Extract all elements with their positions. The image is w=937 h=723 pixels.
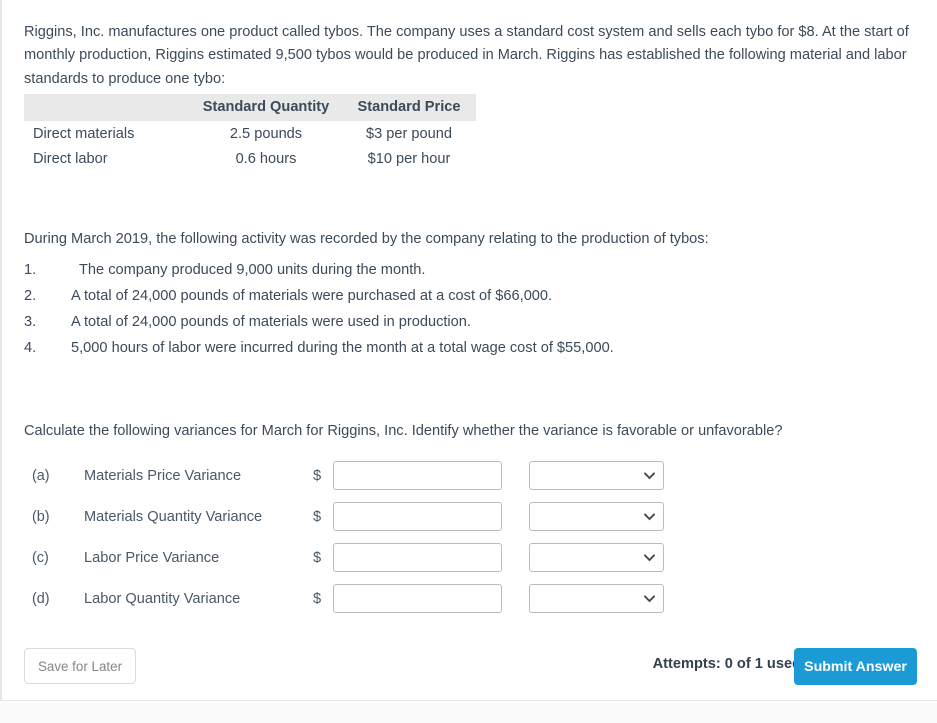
answer-row-c: (c) Labor Price Variance $ <box>2 537 937 578</box>
materials-quantity-variance-input[interactable] <box>333 502 502 531</box>
calculate-variances-prompt: Calculate the following variances for Ma… <box>24 422 783 439</box>
footer-toolbar: Save for Later Attempts: 0 of 1 used Sub… <box>2 648 937 690</box>
answer-row-key: (b) <box>32 508 50 525</box>
list-item: 2. A total of 24,000 pounds of materials… <box>24 288 884 314</box>
attempts-status: Attempts: 0 of 1 used <box>652 656 801 672</box>
list-item-number: 4. <box>24 340 37 356</box>
labor-price-variance-input[interactable] <box>333 543 502 572</box>
standards-header-blank <box>24 94 190 121</box>
standards-row-label: Direct labor <box>33 151 108 167</box>
list-item-number: 1. <box>24 262 37 278</box>
save-for-later-button[interactable]: Save for Later <box>24 648 136 684</box>
list-item-text: A total of 24,000 pounds of materials we… <box>71 288 553 304</box>
currency-symbol: $ <box>313 508 322 525</box>
answer-row-b: (b) Materials Quantity Variance $ <box>2 496 937 537</box>
list-item: 4. 5,000 hours of labor were incurred du… <box>24 340 884 366</box>
table-row: Direct labor 0.6 hours $10 per hour <box>24 146 476 171</box>
answer-row-key: (d) <box>32 590 50 607</box>
during-march-line: During March 2019, the following activit… <box>24 230 709 247</box>
list-item-text: The company produced 9,000 units during … <box>79 262 426 278</box>
labor-quantity-variance-input[interactable] <box>333 584 502 613</box>
materials-quantity-variance-select-wrapper <box>529 502 664 531</box>
standards-row-price: $3 per pound <box>365 126 453 142</box>
answer-row-label: Materials Quantity Variance <box>84 508 263 525</box>
materials-price-variance-input[interactable] <box>333 461 502 490</box>
materials-quantity-variance-select[interactable] <box>529 502 664 531</box>
submit-answer-button[interactable]: Submit Answer <box>794 648 917 685</box>
materials-price-variance-select-wrapper <box>529 461 664 490</box>
answer-row-label: Labor Price Variance <box>84 549 220 566</box>
standards-table: Standard Quantity Standard Price Direct … <box>24 94 476 171</box>
table-row: Direct materials 2.5 pounds $3 per pound <box>24 121 476 146</box>
activity-list: 1. The company produced 9,000 units duri… <box>24 262 884 366</box>
list-item-text: A total of 24,000 pounds of materials we… <box>71 314 471 330</box>
standards-row-price: $10 per hour <box>367 151 451 167</box>
list-item: 3. A total of 24,000 pounds of materials… <box>24 314 884 340</box>
standards-row-label: Direct materials <box>33 126 135 142</box>
currency-symbol: $ <box>313 590 322 607</box>
standards-header-standard-price: Standard Price <box>357 99 461 115</box>
standards-row-quantity: 2.5 pounds <box>229 126 303 142</box>
answer-row-label: Materials Price Variance <box>84 467 242 484</box>
page-background: Riggins, Inc. manufactures one product c… <box>0 0 937 723</box>
materials-price-variance-select[interactable] <box>529 461 664 490</box>
labor-quantity-variance-select-wrapper <box>529 584 664 613</box>
answer-row-a: (a) Materials Price Variance $ <box>2 455 937 496</box>
standards-header-standard-quantity: Standard Quantity <box>202 99 330 115</box>
list-item: 1. The company produced 9,000 units duri… <box>24 262 884 288</box>
currency-symbol: $ <box>313 467 322 484</box>
question-card: Riggins, Inc. manufactures one product c… <box>0 0 937 701</box>
currency-symbol: $ <box>313 549 322 566</box>
labor-price-variance-select-wrapper <box>529 543 664 572</box>
problem-intro-paragraph: Riggins, Inc. manufactures one product c… <box>24 23 909 87</box>
standards-table-header: Standard Quantity Standard Price <box>24 94 476 121</box>
standards-table-body: Direct materials 2.5 pounds $3 per pound… <box>24 121 476 171</box>
list-item-number: 3. <box>24 314 37 330</box>
labor-quantity-variance-select[interactable] <box>529 584 664 613</box>
standards-row-quantity: 0.6 hours <box>235 151 297 167</box>
answer-row-key: (c) <box>32 549 49 566</box>
answer-form: (a) Materials Price Variance $ (b) Mater… <box>2 455 937 619</box>
answer-row-d: (d) Labor Quantity Variance $ <box>2 578 937 619</box>
list-item-number: 2. <box>24 288 37 304</box>
labor-price-variance-select[interactable] <box>529 543 664 572</box>
answer-row-label: Labor Quantity Variance <box>84 590 241 607</box>
list-item-text: 5,000 hours of labor were incurred durin… <box>71 340 614 356</box>
answer-row-key: (a) <box>32 467 50 484</box>
standards-header-row: Standard Quantity Standard Price <box>24 94 476 121</box>
